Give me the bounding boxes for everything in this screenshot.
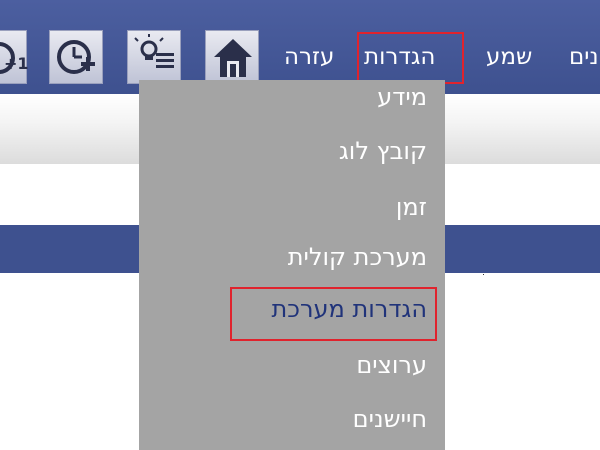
menu-audio[interactable]: שמע	[486, 42, 532, 72]
home-icon	[214, 39, 252, 77]
dropdown-item-time[interactable]: זמן	[396, 192, 427, 222]
dropdown-item-log-file[interactable]: קובץ לוג	[339, 136, 427, 166]
dropdown-item-sensors[interactable]: חיישנים	[353, 404, 427, 434]
svg-text:+1: +1	[4, 54, 28, 73]
lightbulb-list-icon	[134, 34, 174, 68]
add-clock-button[interactable]	[49, 30, 103, 84]
menu-partial[interactable]: נים	[569, 42, 599, 72]
menu-settings-highlight	[357, 32, 464, 84]
home-button[interactable]	[205, 30, 259, 84]
add-one-icon: +1	[0, 42, 28, 74]
settings-dropdown-menu: מידע קובץ לוג זמן מערכת קולית הגדרות מער…	[139, 80, 445, 450]
dropdown-item-channels[interactable]: ערוצים	[356, 350, 427, 380]
dropdown-item-voice-system[interactable]: מערכת קולית	[288, 242, 427, 272]
dropdown-item-info[interactable]: מידע	[377, 82, 427, 112]
add-one-button[interactable]: +1	[0, 30, 28, 84]
dropdown-item-highlight	[230, 287, 437, 341]
menu-help[interactable]: עזרה	[284, 42, 334, 72]
stray-dot	[483, 274, 484, 275]
lights-button[interactable]	[127, 30, 181, 84]
clock-add-icon	[57, 40, 95, 74]
